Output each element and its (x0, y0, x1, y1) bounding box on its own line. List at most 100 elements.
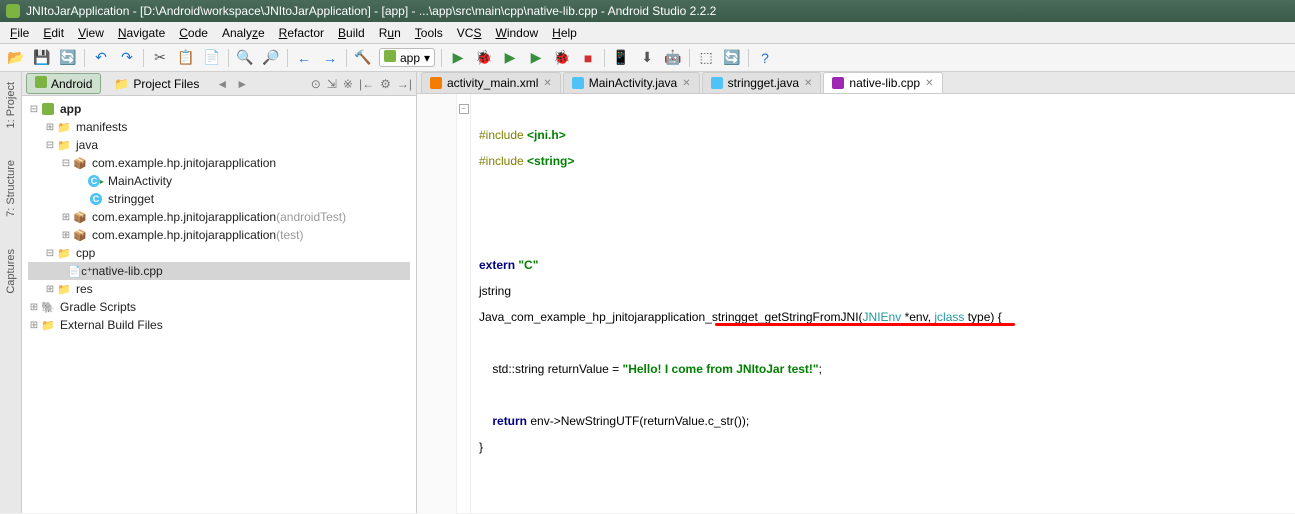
tree-row-Gradle-Scripts[interactable]: ⊞🐘Gradle Scripts (28, 298, 410, 316)
attach-icon[interactable]: 🐞 (552, 48, 572, 68)
expand-icon[interactable]: ⊟ (28, 104, 40, 115)
tree-row-native-lib-cpp[interactable]: c⁺native-lib.cpp (28, 262, 410, 280)
tree-row-External-Build-Files[interactable]: ⊞External Build Files (28, 316, 410, 334)
menu-refactor[interactable]: Refactor (273, 24, 330, 42)
menu-tools[interactable]: Tools (409, 24, 449, 42)
profile-icon[interactable]: ▶ (526, 48, 546, 68)
expand-icon[interactable]: ⊞ (28, 320, 40, 331)
editor-tab-native-lib-cpp[interactable]: native-lib.cpp✕ (823, 72, 942, 93)
module-icon (40, 102, 56, 116)
menu-run[interactable]: Run (373, 24, 407, 42)
editor-tab-MainActivity-java[interactable]: MainActivity.java✕ (563, 72, 700, 93)
tree-row-java[interactable]: ⊟java (28, 136, 410, 154)
redo-icon[interactable]: ↷ (117, 48, 137, 68)
editor-tab-stringget-java[interactable]: stringget.java ✕ (702, 72, 822, 93)
target-icon[interactable]: ※ (343, 77, 353, 91)
find-icon[interactable]: 🔍 (235, 48, 255, 68)
expand-icon[interactable]: ⊞ (44, 284, 56, 295)
paste-icon[interactable]: 📄 (202, 48, 222, 68)
expand-icon[interactable]: ⊞ (60, 212, 72, 223)
package-icon (72, 156, 88, 170)
android-icon (35, 76, 47, 91)
expand-icon[interactable]: ⊟ (60, 158, 72, 169)
run-icon[interactable]: ▶ (448, 48, 468, 68)
collapse-icon[interactable]: ⊙ (311, 77, 321, 91)
tree-row-manifests[interactable]: ⊞manifests (28, 118, 410, 136)
open-icon[interactable]: 📂 (6, 48, 26, 68)
help-icon[interactable]: ? (755, 48, 775, 68)
code-editor[interactable]: − #include <jni.h> #include <string> ext… (417, 94, 1295, 514)
tree-row-com-example-hp-jnitojarapplication[interactable]: ⊞com.example.hp.jnitojarapplication (tes… (28, 226, 410, 244)
settings-icon[interactable]: ⚙ (380, 77, 391, 91)
coverage-icon[interactable]: ▶ (500, 48, 520, 68)
close-icon[interactable]: ✕ (682, 78, 690, 89)
menu-analyze[interactable]: Analyze (216, 24, 271, 42)
panel-tab-project-files[interactable]: 📁 Project Files (105, 74, 208, 94)
scroll-right-icon[interactable]: ► (236, 77, 248, 91)
menu-vcs[interactable]: VCS (451, 24, 488, 42)
expand-icon[interactable]: ⊟ (44, 140, 56, 151)
replace-icon[interactable]: 🔎 (261, 48, 281, 68)
editor-tabs: activity_main.xml✕MainActivity.java✕stri… (417, 72, 1295, 94)
close-icon[interactable]: ✕ (543, 78, 551, 89)
file-type-icon (430, 77, 442, 89)
scroll-left-icon[interactable]: ◄ (212, 77, 232, 91)
copy-icon[interactable]: 📋 (176, 48, 196, 68)
stop-icon[interactable]: ■ (578, 48, 598, 68)
menu-code[interactable]: Code (173, 24, 214, 42)
close-icon[interactable]: ✕ (804, 78, 812, 89)
app-icon (6, 4, 20, 18)
undo-icon[interactable]: ↶ (91, 48, 111, 68)
side-tab-project[interactable]: 1: Project (3, 76, 19, 134)
expand-icon[interactable]: ⊟ (44, 248, 56, 259)
tree-row-stringget[interactable]: Cstringget (28, 190, 410, 208)
cut-icon[interactable]: ✂ (150, 48, 170, 68)
fold-marker[interactable]: − (459, 104, 469, 114)
panel-tab-android[interactable]: Android (26, 73, 101, 94)
menu-file[interactable]: File (4, 24, 35, 42)
expand-icon[interactable]: ⊞ (44, 122, 56, 133)
fold-gutter: − (457, 94, 471, 514)
tree-row-com-example-hp-jnitojarapplication[interactable]: ⊟com.example.hp.jnitojarapplication (28, 154, 410, 172)
expand-icon[interactable]: ⊞ (28, 302, 40, 313)
monitor-icon[interactable]: 🤖 (663, 48, 683, 68)
tree-row-com-example-hp-jnitojarapplication[interactable]: ⊞com.example.hp.jnitojarapplication (and… (28, 208, 410, 226)
tree-row-cpp[interactable]: ⊟cpp (28, 244, 410, 262)
folder-icon: 📁 (114, 77, 129, 91)
expand-icon[interactable]: ⇲ (327, 77, 337, 91)
sync-icon[interactable]: 🔄 (58, 48, 78, 68)
side-tab-captures[interactable]: Captures (3, 243, 19, 300)
package-icon (72, 228, 88, 242)
tree-row-res[interactable]: ⊞res (28, 280, 410, 298)
editor-tab-activity_main-xml[interactable]: activity_main.xml✕ (421, 72, 561, 93)
menu-window[interactable]: Window (489, 24, 544, 42)
debug-icon[interactable]: 🐞 (474, 48, 494, 68)
run-config-select[interactable]: app ▾ (379, 48, 435, 67)
sync-gradle-icon[interactable]: 🔄 (722, 48, 742, 68)
back-icon[interactable]: ← (294, 48, 314, 68)
code-content[interactable]: #include <jni.h> #include <string> exter… (471, 94, 1010, 514)
sdk-icon[interactable]: ⬇ (637, 48, 657, 68)
folder-icon (56, 282, 72, 296)
structure-icon[interactable]: ⬚ (696, 48, 716, 68)
menu-help[interactable]: Help (546, 24, 583, 42)
menu-navigate[interactable]: Navigate (112, 24, 171, 42)
avd-icon[interactable]: 📱 (611, 48, 631, 68)
menu-build[interactable]: Build (332, 24, 371, 42)
expand-icon[interactable]: ⊞ (60, 230, 72, 241)
tree-row-MainActivity[interactable]: C▸MainActivity (28, 172, 410, 190)
menu-edit[interactable]: Edit (37, 24, 70, 42)
project-tree[interactable]: ⊟app⊞manifests⊟java⊟com.example.hp.jnito… (22, 96, 416, 338)
make-icon[interactable]: 🔨 (353, 48, 373, 68)
menu-view[interactable]: View (72, 24, 110, 42)
hide-icon[interactable]: →| (397, 77, 412, 91)
side-tab-structure[interactable]: 7: Structure (3, 154, 19, 223)
tab-label: stringget.java (728, 76, 799, 90)
gradle-icon: 🐘 (40, 300, 56, 314)
forward-icon[interactable]: → (320, 48, 340, 68)
close-icon[interactable]: ✕ (925, 78, 933, 89)
scroll-icon[interactable]: |← (359, 77, 374, 91)
tree-label: com.example.hp.jnitojarapplication (92, 210, 276, 224)
save-icon[interactable]: 💾 (32, 48, 52, 68)
tree-row-app[interactable]: ⊟app (28, 100, 410, 118)
